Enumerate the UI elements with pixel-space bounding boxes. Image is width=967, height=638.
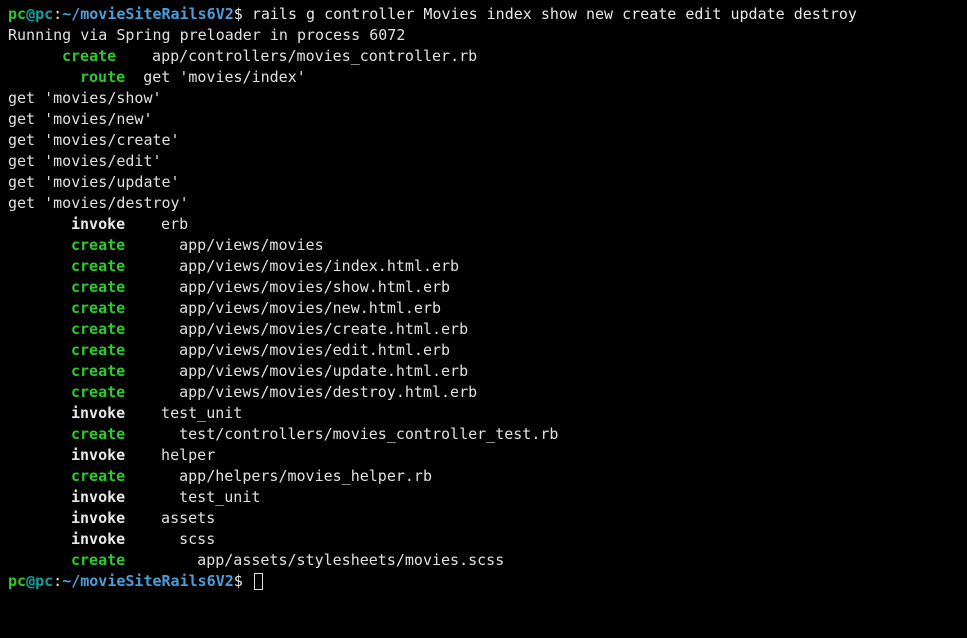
output-create-create: create app/views/movies/create.html.erb: [8, 319, 959, 340]
prompt-at: @: [26, 572, 35, 590]
action-create: create: [71, 550, 143, 571]
action-create: create: [71, 298, 143, 319]
output-create-edit: create app/views/movies/edit.html.erb: [8, 340, 959, 361]
output-create-scss: create app/assets/stylesheets/movies.scs…: [8, 550, 959, 571]
action-invoke: invoke: [71, 445, 143, 466]
output-get-new: get 'movies/new': [8, 109, 959, 130]
output-create-test: create test/controllers/movies_controlle…: [8, 424, 959, 445]
action-create: create: [71, 340, 143, 361]
output-create-destroy: create app/views/movies/destroy.html.erb: [8, 382, 959, 403]
output-create-show: create app/views/movies/show.html.erb: [8, 277, 959, 298]
output-invoke-assets: invoke assets: [8, 508, 959, 529]
output-create-controller: create app/controllers/movies_controller…: [8, 46, 959, 67]
output-create-views: create app/views/movies: [8, 235, 959, 256]
output-create-index: create app/views/movies/index.html.erb: [8, 256, 959, 277]
output-get-destroy: get 'movies/destroy': [8, 193, 959, 214]
prompt-line-1[interactable]: pc@pc:~/movieSiteRails6V2$ rails g contr…: [8, 4, 959, 25]
output-get-create: get 'movies/create': [8, 130, 959, 151]
action-create: create: [71, 361, 143, 382]
output-invoke-testunit: invoke test_unit: [8, 403, 959, 424]
prompt-user: pc: [8, 572, 26, 590]
output-create-update: create app/views/movies/update.html.erb: [8, 361, 959, 382]
prompt-dollar: $: [234, 572, 243, 590]
action-invoke: invoke: [71, 487, 143, 508]
command-text: [243, 5, 252, 23]
action-invoke: invoke: [71, 529, 143, 550]
prompt-host: pc: [35, 5, 53, 23]
output-invoke-erb: invoke erb: [8, 214, 959, 235]
action-invoke: invoke: [71, 403, 143, 424]
output-create-helper: create app/helpers/movies_helper.rb: [8, 466, 959, 487]
prompt-user: pc: [8, 5, 26, 23]
action-route: route: [80, 68, 125, 86]
prompt-path: ~/movieSiteRails6V2: [62, 572, 234, 590]
action-create: create: [71, 424, 143, 445]
action-create: create: [71, 235, 143, 256]
prompt-host: pc: [35, 572, 53, 590]
output-invoke-helper: invoke helper: [8, 445, 959, 466]
prompt-line-2[interactable]: pc@pc:~/movieSiteRails6V2$: [8, 571, 959, 592]
output-route: route get 'movies/index': [8, 67, 959, 88]
action-invoke: invoke: [71, 214, 143, 235]
prompt-dollar: $: [234, 5, 243, 23]
action-create: create: [62, 46, 134, 67]
output-spring: Running via Spring preloader in process …: [8, 25, 959, 46]
prompt-at: @: [26, 5, 35, 23]
output-create-new: create app/views/movies/new.html.erb: [8, 298, 959, 319]
action-create: create: [71, 256, 143, 277]
action-create: create: [71, 319, 143, 340]
prompt-path: ~/movieSiteRails6V2: [62, 5, 234, 23]
output-invoke-scss: invoke scss: [8, 529, 959, 550]
output-get-update: get 'movies/update': [8, 172, 959, 193]
action-create: create: [71, 466, 143, 487]
action-invoke: invoke: [71, 508, 143, 529]
prompt-colon: :: [53, 5, 62, 23]
output-invoke-testunit2: invoke test_unit: [8, 487, 959, 508]
action-create: create: [71, 382, 143, 403]
cursor-icon: [254, 573, 263, 590]
prompt-colon: :: [53, 572, 62, 590]
command: rails g controller Movies index show new…: [252, 5, 857, 23]
output-get-edit: get 'movies/edit': [8, 151, 959, 172]
output-get-show: get 'movies/show': [8, 88, 959, 109]
action-create: create: [71, 277, 143, 298]
